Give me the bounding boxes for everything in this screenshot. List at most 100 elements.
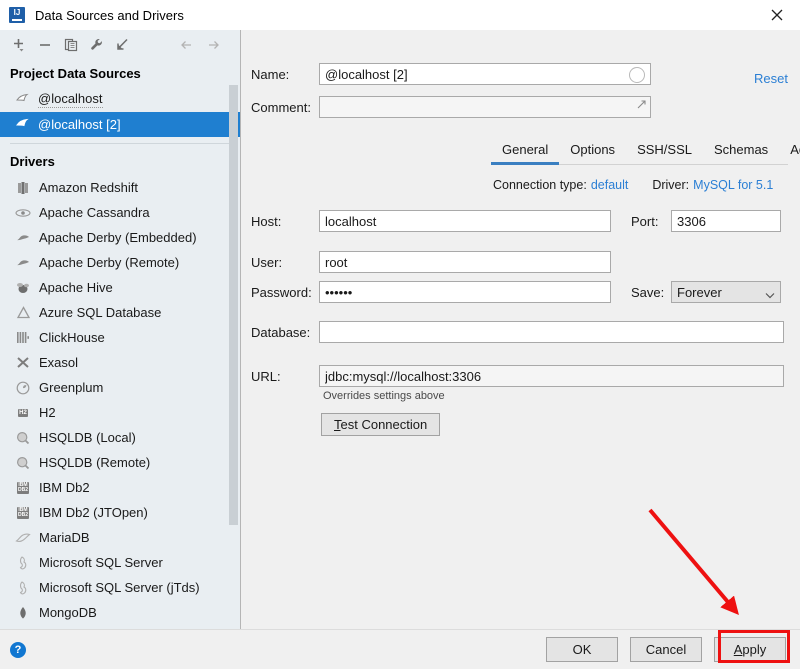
url-hint: Overrides settings above <box>323 390 445 402</box>
driver-item-ibm-db2-jtopen[interactable]: IBM DB2 IBM Db2 (JTOpen) <box>0 500 240 525</box>
driver-label: Greenplum <box>39 380 104 395</box>
add-button[interactable] <box>6 33 32 57</box>
hsqldb-icon <box>14 455 32 471</box>
password-input[interactable] <box>319 281 611 303</box>
driver-item-greenplum[interactable]: Greenplum <box>0 375 240 400</box>
driver-item-amazon-redshift[interactable]: Amazon Redshift <box>0 175 240 200</box>
save-select[interactable] <box>671 281 781 303</box>
cassandra-eye-icon <box>14 205 32 221</box>
exasol-x-icon <box>14 355 32 371</box>
port-input[interactable] <box>671 210 781 232</box>
project-data-sources-header: Project Data Sources <box>10 66 141 81</box>
port-row: Port: <box>631 210 781 232</box>
footer-buttons: OK Cancel Apply <box>546 637 786 662</box>
tab-advanced[interactable]: Advanced <box>779 142 800 164</box>
url-label: URL: <box>251 368 281 384</box>
data-sources-dialog: Data Sources and Drivers <box>0 0 800 669</box>
azure-triangle-icon <box>14 305 32 321</box>
hive-bee-icon <box>14 280 32 296</box>
sidebar-item-localhost[interactable]: @localhost <box>0 87 240 112</box>
driver-item-exasol[interactable]: Exasol <box>0 350 240 375</box>
driver-item-mariadb[interactable]: MariaDB <box>0 525 240 550</box>
name-field-wrap <box>319 63 651 85</box>
sidebar-item-label: @localhost [2] <box>38 117 121 132</box>
password-row: Password: <box>251 281 611 303</box>
host-label: Host: <box>251 213 282 229</box>
wrench-icon[interactable] <box>84 33 110 57</box>
sidebar-scrollbar-thumb[interactable] <box>229 85 238 525</box>
sidebar-item-localhost-2[interactable]: @localhost [2] <box>0 112 240 137</box>
mariadb-seal-icon <box>14 530 32 546</box>
driver-item-clickhouse[interactable]: ClickHouse <box>0 325 240 350</box>
mysql-dolphin-icon <box>14 93 32 106</box>
driver-item-apache-cassandra[interactable]: Apache Cassandra <box>0 200 240 225</box>
tab-ssh-ssl[interactable]: SSH/SSL <box>626 142 703 164</box>
comment-input[interactable] <box>319 96 651 118</box>
sidebar-item-label: @localhost <box>38 91 103 108</box>
name-input[interactable] <box>319 63 651 85</box>
driver-item-microsoft-sql-server-jtds[interactable]: Microsoft SQL Server (jTds) <box>0 575 240 600</box>
driver-item-hsqldb-remote[interactable]: HSQLDB (Remote) <box>0 450 240 475</box>
mssql-icon <box>14 555 32 571</box>
sidebar-scrollbar-track[interactable] <box>229 60 239 629</box>
driver-item-apache-derby-embedded[interactable]: Apache Derby (Embedded) <box>0 225 240 250</box>
driver-item-h2[interactable]: H2 H2 <box>0 400 240 425</box>
save-row: Save: <box>631 281 781 303</box>
title-bar: Data Sources and Drivers <box>0 0 800 30</box>
connection-type-label: Connection type: <box>493 178 587 192</box>
name-row: Name: <box>251 63 651 85</box>
cancel-button[interactable]: Cancel <box>630 637 702 662</box>
intellij-idea-icon <box>9 7 25 23</box>
user-input[interactable] <box>319 251 611 273</box>
user-row: User: <box>251 251 611 273</box>
host-input[interactable] <box>319 210 611 232</box>
ok-button[interactable]: OK <box>546 637 618 662</box>
close-icon[interactable] <box>754 0 800 30</box>
driver-item-azure-sql-database[interactable]: Azure SQL Database <box>0 300 240 325</box>
nav-back-button[interactable] <box>174 33 200 57</box>
mysql-dolphin-icon <box>14 118 32 131</box>
connection-type-value[interactable]: default <box>591 178 629 192</box>
sidebar-toolbar <box>0 30 240 60</box>
connection-type-row: Connection type: default Driver: MySQL f… <box>493 178 773 192</box>
ibm-db2-icon: IBM DB2 <box>16 506 29 519</box>
test-connection-rest: est Connection <box>340 417 428 432</box>
driver-label: Apache Derby (Embedded) <box>39 230 197 245</box>
arrow-into-corner-icon[interactable] <box>110 33 136 57</box>
remove-button[interactable] <box>32 33 58 57</box>
driver-label: H2 <box>39 405 56 420</box>
database-input[interactable] <box>319 321 784 343</box>
driver-item-hsqldb-local[interactable]: HSQLDB (Local) <box>0 425 240 450</box>
driver-label: Exasol <box>39 355 79 370</box>
test-connection-button[interactable]: Test Connection <box>321 413 441 436</box>
url-input[interactable] <box>319 365 784 387</box>
host-row: Host: <box>251 210 611 232</box>
h2-badge-icon: H2 <box>18 408 28 417</box>
sidebar-tree: Project Data Sources @localhost @localho… <box>0 60 240 629</box>
reset-link[interactable]: Reset <box>754 71 788 86</box>
expand-icon[interactable] <box>636 99 647 113</box>
driver-item-apache-derby-remote[interactable]: Apache Derby (Remote) <box>0 250 240 275</box>
driver-label: Microsoft SQL Server <box>39 555 163 570</box>
apply-button[interactable]: Apply <box>714 637 786 662</box>
redshift-icon <box>14 180 32 196</box>
driver-item-microsoft-sql-server[interactable]: Microsoft SQL Server <box>0 550 240 575</box>
nav-forward-button[interactable] <box>200 33 226 57</box>
apply-rest: pply <box>742 642 767 657</box>
driver-item-ibm-db2[interactable]: IBM DB2 IBM Db2 <box>0 475 240 500</box>
ibm-db2-icon: IBM DB2 <box>16 481 29 494</box>
driver-item-apache-hive[interactable]: Apache Hive <box>0 275 240 300</box>
connection-settings-panel: Name: Reset Comment: General Option <box>241 30 800 629</box>
tab-general[interactable]: General <box>491 142 560 165</box>
tab-schemas[interactable]: Schemas <box>703 142 779 164</box>
copy-button[interactable] <box>58 33 84 57</box>
driver-label: Apache Hive <box>39 280 113 295</box>
driver-item-mongodb[interactable]: MongoDB <box>0 600 240 625</box>
tab-options[interactable]: Options <box>559 142 626 164</box>
hsqldb-icon <box>14 430 32 446</box>
driver-label: HSQLDB (Local) <box>39 430 136 445</box>
save-label: Save: <box>631 284 665 300</box>
sidebar: Project Data Sources @localhost @localho… <box>0 30 241 629</box>
driver-value[interactable]: MySQL for 5.1 <box>693 178 773 192</box>
help-question-icon[interactable]: ? <box>10 641 26 658</box>
